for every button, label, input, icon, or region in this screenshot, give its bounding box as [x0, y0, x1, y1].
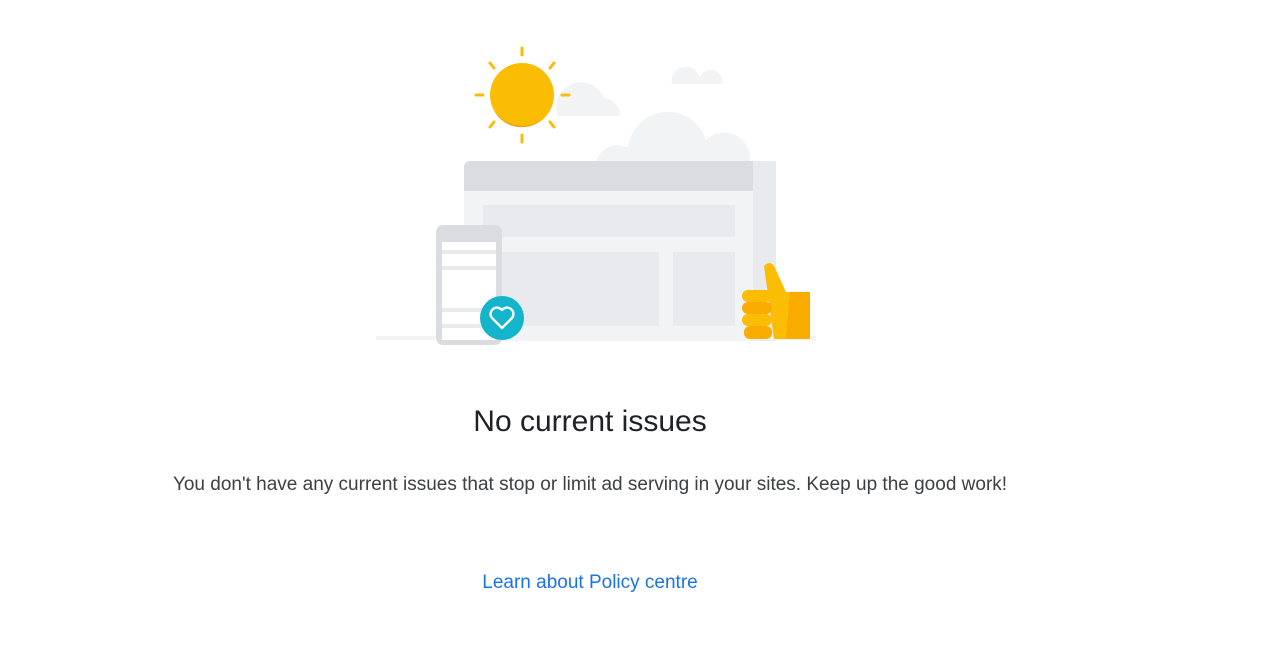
sun-icon [474, 46, 571, 144]
learn-about-policy-centre-link[interactable]: Learn about Policy centre [0, 570, 1180, 596]
cloud-left-icon [556, 82, 621, 116]
cloud-large-icon [596, 111, 751, 162]
policy-centre-empty-state: No current issues You don't have any cur… [0, 0, 1280, 668]
empty-state-description: You don't have any current issues that s… [172, 474, 1008, 495]
empty-state-title: No current issues [473, 405, 707, 438]
heart-badge-icon [480, 296, 524, 340]
no-issues-illustration [376, 46, 816, 345]
cloud-small-icon [671, 66, 723, 84]
